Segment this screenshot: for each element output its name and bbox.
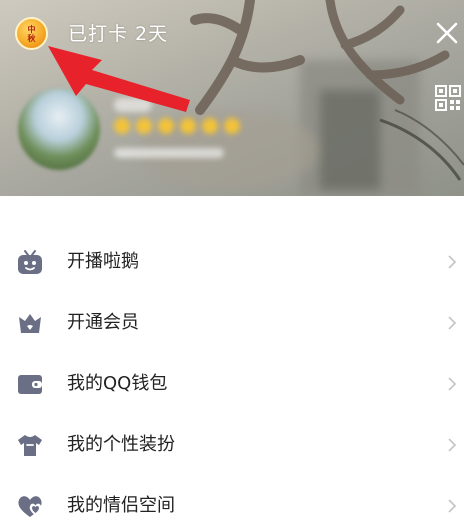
close-icon <box>436 22 458 44</box>
menu-item-label: 我的情侣空间 <box>67 495 175 516</box>
wallet-icon <box>16 370 44 398</box>
profile-header: 中 秋 已打卡 2天 <box>0 0 464 196</box>
chevron-right-icon <box>448 499 457 513</box>
badge-char-2: 秋 <box>27 32 36 43</box>
menu-item-label: 开通会员 <box>67 312 139 333</box>
signature-placeholder <box>114 148 224 158</box>
menu-item-couple-space[interactable]: 我的情侣空间 <box>0 475 464 532</box>
annotation-arrow <box>48 46 190 112</box>
menu-item-label: 我的QQ钱包 <box>67 373 168 394</box>
chevron-right-icon <box>448 377 457 391</box>
chevron-right-icon <box>448 438 457 452</box>
chevron-right-icon <box>448 255 457 269</box>
menu-list: 开播啦鹅 开通会员 我的QQ钱包 我的个性装扮 我的情侣空间 <box>0 231 464 532</box>
menu-item-vip[interactable]: 开通会员 <box>0 292 464 353</box>
level-badges <box>114 118 240 138</box>
menu-item-label: 我的个性装扮 <box>67 434 175 455</box>
crown-icon <box>16 309 44 337</box>
menu-item-live[interactable]: 开播啦鹅 <box>0 231 464 292</box>
menu-item-label: 开播啦鹅 <box>67 251 139 272</box>
tshirt-icon <box>16 431 44 459</box>
menu-item-theme[interactable]: 我的个性装扮 <box>0 414 464 475</box>
hearts-icon <box>16 492 44 520</box>
qr-code-icon[interactable] <box>435 85 461 111</box>
chevron-right-icon <box>448 316 457 330</box>
tv-icon <box>16 248 44 276</box>
close-button[interactable] <box>432 16 462 50</box>
menu-item-wallet[interactable]: 我的QQ钱包 <box>0 353 464 414</box>
